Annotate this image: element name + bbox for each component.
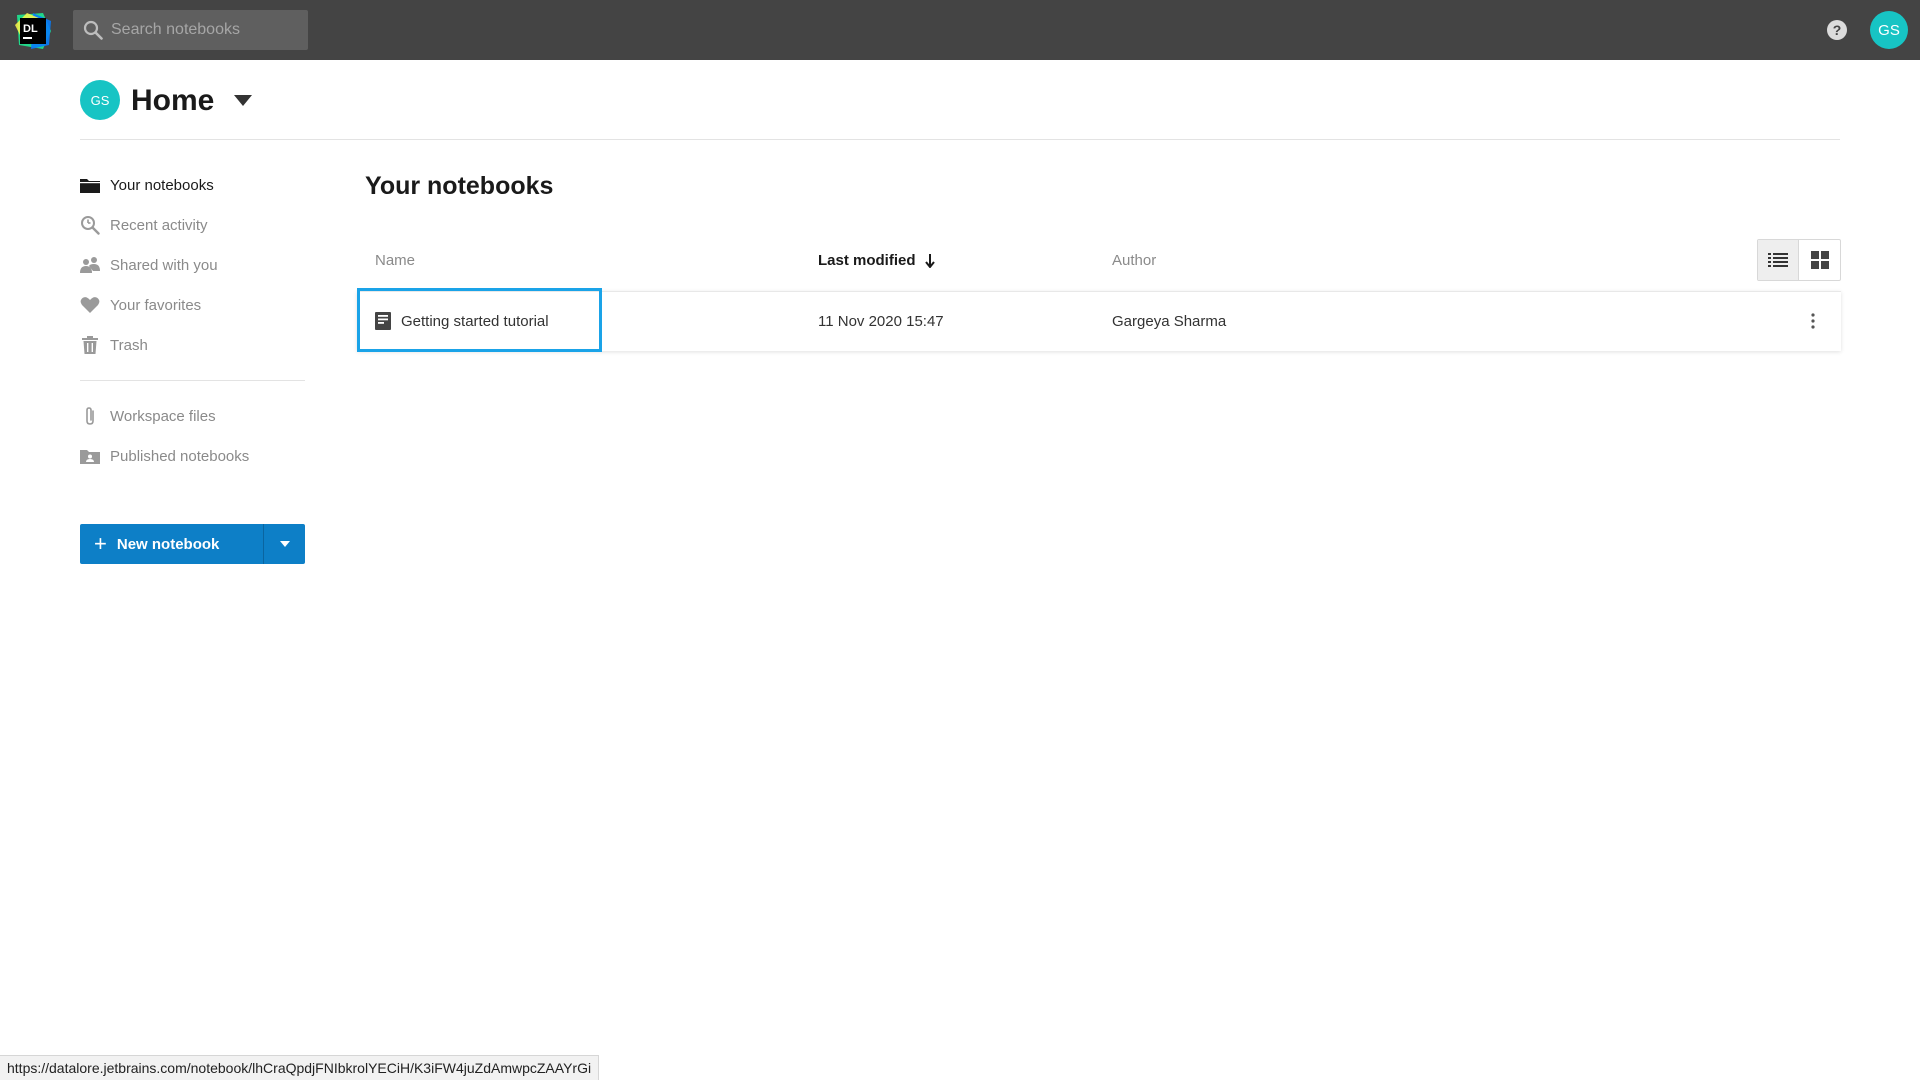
view-mode-toggle [1757, 239, 1841, 281]
notebook-name[interactable]: Getting started tutorial [401, 313, 549, 330]
svg-text:?: ? [1833, 22, 1842, 38]
workspace-avatar: GS [80, 80, 120, 120]
new-notebook-dropdown-button[interactable] [264, 524, 305, 564]
people-icon [80, 255, 100, 275]
more-options-icon[interactable] [1801, 309, 1825, 333]
section-title: Your notebooks [365, 172, 554, 200]
svg-text:DL: DL [23, 23, 38, 35]
magnifier-clock-icon [80, 215, 100, 235]
author-cell: Gargeya Sharma [1112, 312, 1227, 330]
list-icon [1768, 253, 1788, 267]
page-title[interactable]: Home [131, 81, 214, 121]
sidebar-item-label: Workspace files [110, 407, 216, 425]
sidebar-item-label: Shared with you [110, 256, 218, 274]
top-bar: DL ? GS [0, 0, 1920, 60]
sidebar-item-workspace-files[interactable]: Workspace files [80, 401, 216, 431]
heart-icon [80, 295, 100, 315]
sidebar-item-label: Your favorites [110, 296, 202, 314]
folder-icon [80, 175, 100, 195]
new-notebook-button[interactable]: + New notebook [80, 524, 263, 564]
list-view-button[interactable] [1758, 240, 1799, 280]
last-modified-cell: 11 Nov 2020 15:47 [818, 312, 944, 330]
new-notebook-label: New notebook [116, 535, 220, 553]
sidebar-item-label: Your notebooks [110, 176, 214, 194]
table-row[interactable]: Getting started tutorial 11 Nov 2020 15:… [357, 291, 1841, 351]
search-box[interactable] [73, 10, 308, 50]
sidebar-item-label: Published notebooks [110, 447, 250, 465]
trash-icon [80, 335, 100, 355]
arrow-down-icon [924, 253, 935, 268]
user-avatar[interactable]: GS [1870, 11, 1908, 49]
paperclip-icon [80, 406, 100, 426]
sidebar-item-your-notebooks[interactable]: Your notebooks [80, 170, 214, 200]
column-header-last-modified[interactable]: Last modified [818, 252, 935, 269]
search-input[interactable] [111, 10, 301, 50]
column-header-author[interactable]: Author [1112, 252, 1156, 269]
published-folder-icon [80, 446, 100, 466]
plus-icon: + [94, 531, 107, 556]
datalore-logo[interactable]: DL [13, 11, 53, 51]
help-icon[interactable]: ? [1826, 19, 1848, 41]
sidebar-item-label: Recent activity [110, 216, 208, 234]
search-icon [83, 20, 103, 40]
grid-view-button[interactable] [1799, 240, 1840, 280]
notebook-icon [375, 312, 391, 330]
notebook-name-cell[interactable]: Getting started tutorial [375, 292, 549, 350]
status-bar-url: https://datalore.jetbrains.com/notebook/… [0, 1055, 600, 1080]
sidebar-item-recent-activity[interactable]: Recent activity [80, 210, 208, 240]
grid-icon [1810, 251, 1829, 269]
sidebar-item-shared-with-you[interactable]: Shared with you [80, 250, 218, 280]
column-header-name[interactable]: Name [375, 252, 415, 269]
chevron-down-icon [279, 541, 290, 547]
sidebar-item-published-notebooks[interactable]: Published notebooks [80, 441, 249, 471]
header-divider [80, 139, 1840, 140]
sidebar-item-label: Trash [110, 336, 148, 354]
column-header-label: Last modified [818, 252, 916, 269]
new-notebook-split-button: + New notebook [80, 524, 305, 564]
sidebar-divider [80, 380, 305, 381]
sidebar-item-trash[interactable]: Trash [80, 330, 148, 360]
chevron-down-icon[interactable] [234, 94, 252, 112]
sidebar-item-your-favorites[interactable]: Your favorites [80, 290, 201, 320]
